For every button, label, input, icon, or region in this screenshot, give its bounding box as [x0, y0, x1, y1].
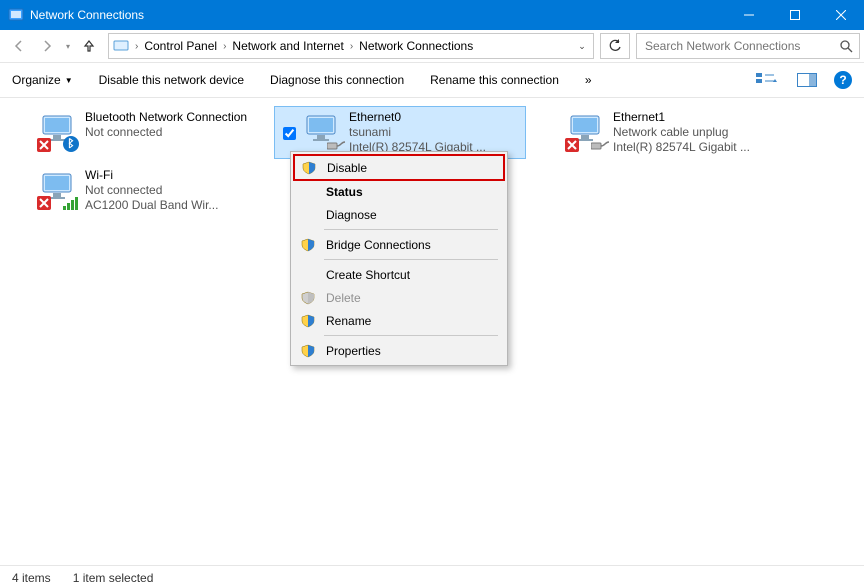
search-input[interactable] [643, 38, 835, 54]
breadcrumb[interactable]: › Control Panel › Network and Internet ›… [108, 33, 594, 59]
context-menu-item[interactable]: Diagnose [294, 203, 504, 226]
cmd-overflow[interactable]: » [585, 73, 592, 87]
connection-name: Bluetooth Network Connection [85, 110, 247, 125]
maximize-button[interactable] [772, 0, 818, 30]
context-menu-item[interactable]: Rename [294, 309, 504, 332]
connection-name: Wi-Fi [85, 168, 218, 183]
context-menu-separator [324, 259, 498, 260]
nav-forward-button[interactable] [34, 33, 60, 59]
organize-label: Organize [12, 73, 61, 87]
context-menu: Disable Status Diagnose Bridge Connections… [290, 151, 508, 366]
connection-item[interactable]: Ethernet1Network cable unplugIntel(R) 82… [538, 106, 790, 159]
breadcrumb-item[interactable]: Control Panel [142, 39, 219, 53]
context-menu-label: Properties [326, 344, 381, 358]
selection-checkbox[interactable] [543, 110, 559, 124]
wifi-adapter-icon [37, 168, 79, 210]
shield-icon [300, 344, 316, 358]
ethernet-adapter-icon [565, 110, 607, 152]
cmd-rename[interactable]: Rename this connection [430, 73, 559, 87]
connection-item[interactable]: Bluetooth Network ConnectionNot connecte… [10, 106, 262, 156]
context-menu-separator [324, 335, 498, 336]
connection-name: Ethernet0 [349, 110, 486, 125]
status-item-count: 4 items [12, 571, 51, 585]
window-title: Network Connections [30, 8, 144, 22]
status-selection: 1 item selected [73, 571, 154, 585]
context-menu-item[interactable]: Disable [293, 154, 505, 181]
context-menu-item[interactable]: Properties [294, 339, 504, 362]
context-menu-label: Status [326, 185, 363, 199]
breadcrumb-item[interactable]: Network Connections [357, 39, 475, 53]
refresh-button[interactable] [600, 33, 630, 59]
connection-status: tsunami [349, 125, 486, 140]
shield-icon [300, 291, 316, 305]
chevron-right-icon[interactable]: › [131, 41, 142, 52]
shield-icon [300, 314, 316, 328]
context-menu-label: Rename [326, 314, 371, 328]
context-menu-label: Diagnose [326, 208, 377, 222]
nav-recent-dropdown[interactable]: ▾ [62, 42, 74, 51]
connection-device: Intel(R) 82574L Gigabit ... [613, 140, 750, 155]
context-menu-item[interactable]: Create Shortcut [294, 263, 504, 286]
cmd-diagnose[interactable]: Diagnose this connection [270, 73, 404, 87]
connections-view[interactable]: Bluetooth Network ConnectionNot connecte… [0, 98, 864, 565]
titlebar: Network Connections [0, 0, 864, 30]
address-bar: ▾ › Control Panel › Network and Internet… [0, 30, 864, 63]
shield-icon [300, 238, 316, 252]
connection-status: Not connected [85, 125, 247, 140]
nav-up-button[interactable] [76, 33, 102, 59]
selection-checkbox[interactable] [15, 110, 31, 124]
selection-checkbox[interactable] [15, 168, 31, 182]
chevron-down-icon: ▼ [65, 76, 73, 85]
connection-item[interactable]: Wi-FiNot connectedAC1200 Dual Band Wir..… [10, 164, 262, 217]
chevron-right-icon[interactable]: › [346, 41, 357, 52]
search-icon[interactable] [839, 39, 853, 53]
connection-status: Not connected [85, 183, 218, 198]
context-menu-item[interactable]: Status [294, 180, 504, 203]
search-box[interactable] [636, 33, 860, 59]
selection-checkbox[interactable] [279, 110, 295, 143]
context-menu-item: Delete [294, 286, 504, 309]
organize-menu[interactable]: Organize ▼ [12, 73, 73, 87]
breadcrumb-item[interactable]: Network and Internet [230, 39, 345, 53]
chevron-right-icon[interactable]: › [219, 41, 230, 52]
connection-name: Ethernet1 [613, 110, 750, 125]
connection-device: AC1200 Dual Band Wir... [85, 198, 218, 213]
context-menu-label: Create Shortcut [326, 268, 410, 282]
context-menu-item[interactable]: Bridge Connections [294, 233, 504, 256]
command-bar: Organize ▼ Disable this network device D… [0, 63, 864, 98]
context-menu-separator [324, 229, 498, 230]
minimize-button[interactable] [726, 0, 772, 30]
breadcrumb-dropdown[interactable]: ⌄ [573, 34, 591, 58]
shield-icon [301, 161, 317, 175]
view-options-button[interactable] [754, 69, 780, 91]
status-bar: 4 items 1 item selected [0, 565, 864, 587]
help-button[interactable]: ? [834, 71, 852, 89]
ethernet-adapter-icon [301, 110, 343, 152]
window-icon [8, 7, 24, 23]
context-menu-label: Bridge Connections [326, 238, 431, 252]
location-icon [111, 38, 131, 54]
preview-pane-button[interactable] [794, 69, 820, 91]
bluetooth-adapter-icon [37, 110, 79, 152]
close-button[interactable] [818, 0, 864, 30]
nav-back-button[interactable] [6, 33, 32, 59]
connection-status: Network cable unplug [613, 125, 750, 140]
context-menu-label: Delete [326, 291, 361, 305]
cmd-disable-device[interactable]: Disable this network device [99, 73, 244, 87]
context-menu-label: Disable [327, 161, 367, 175]
